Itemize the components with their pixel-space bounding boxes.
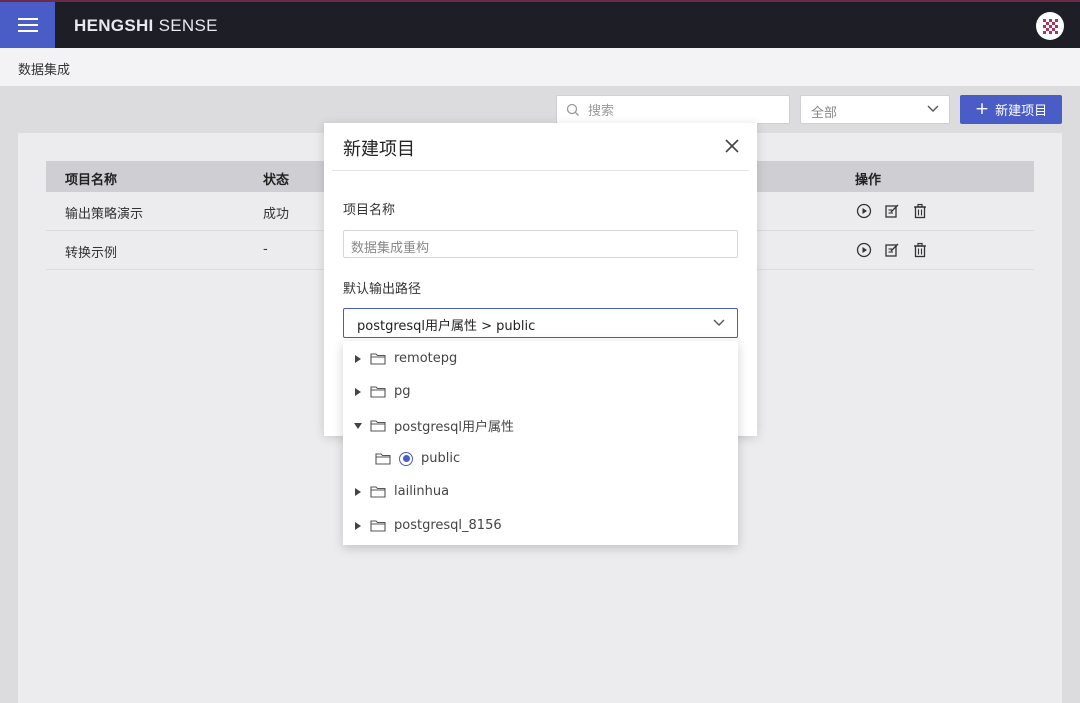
plus-icon: + <box>974 99 990 119</box>
folder-icon <box>370 485 386 498</box>
hamburger-icon <box>17 24 38 26</box>
search-input[interactable]: 搜索 <box>556 95 790 124</box>
output-path-tree: remotepg pg postgresql用户属性 public lailin… <box>343 341 738 545</box>
top-bar: HENGSHI SENSE <box>0 0 1080 48</box>
column-header-status: 状态 <box>263 173 290 188</box>
tree-node-label: postgresql_8156 <box>394 518 502 533</box>
hamburger-menu-button[interactable] <box>0 2 55 48</box>
caret-down-icon[interactable] <box>351 422 365 429</box>
filter-value: 全部 <box>811 106 838 121</box>
dialog-divider <box>332 170 749 171</box>
search-placeholder: 搜索 <box>588 104 615 119</box>
folder-icon <box>375 452 391 465</box>
chevron-down-icon <box>713 319 725 326</box>
row-actions <box>856 242 928 258</box>
project-name[interactable]: 输出策略演示 <box>65 203 143 222</box>
app-logo: HENGSHI SENSE <box>74 16 218 36</box>
folder-icon <box>370 519 386 532</box>
tree-node-label: public <box>421 451 461 466</box>
status-filter-select[interactable]: 全部 <box>800 95 950 124</box>
caret-right-icon[interactable] <box>351 387 365 396</box>
caret-right-icon[interactable] <box>351 487 365 496</box>
breadcrumb[interactable]: 数据集成 <box>0 48 1080 86</box>
delete-icon[interactable] <box>912 242 928 258</box>
edit-icon[interactable] <box>884 242 900 258</box>
project-status: 成功 <box>263 207 290 222</box>
project-name-input[interactable]: 数据集成重构 <box>343 230 738 258</box>
brand-bold: HENGSHI <box>74 16 154 35</box>
caret-right-icon[interactable] <box>351 354 365 363</box>
brand-light: SENSE <box>158 16 218 35</box>
tree-node-lailinhua[interactable]: lailinhua <box>343 475 738 508</box>
column-header-actions: 操作 <box>855 173 882 188</box>
project-name-label: 项目名称 <box>343 203 396 218</box>
selected-radio[interactable] <box>399 451 413 466</box>
tree-node-label: postgresql用户属性 <box>394 420 515 435</box>
folder-icon <box>370 385 386 398</box>
play-icon[interactable] <box>856 242 872 258</box>
tree-node-postgresql-user-attr[interactable]: postgresql用户属性 <box>343 409 738 442</box>
user-avatar-icon[interactable] <box>1036 12 1064 40</box>
tree-node-label: pg <box>394 384 411 399</box>
tree-node-postgresql-8156[interactable]: postgresql_8156 <box>343 509 738 542</box>
close-icon[interactable] <box>724 138 740 154</box>
row-actions <box>856 203 928 219</box>
edit-icon[interactable] <box>884 203 900 219</box>
search-icon <box>566 103 579 116</box>
new-project-label: 新建项目 <box>995 104 1048 119</box>
folder-icon <box>370 419 386 432</box>
tree-node-pg[interactable]: pg <box>343 375 738 408</box>
new-project-button[interactable]: + 新建项目 <box>960 95 1062 124</box>
play-icon[interactable] <box>856 203 872 219</box>
project-name[interactable]: 转换示例 <box>65 242 117 261</box>
dialog-title: 新建项目 <box>343 139 415 160</box>
output-path-select[interactable]: postgresql用户属性 > public <box>343 308 738 338</box>
project-status: - <box>263 242 268 257</box>
chevron-down-icon <box>927 105 939 112</box>
output-path-label: 默认输出路径 <box>343 282 422 297</box>
folder-icon <box>370 352 386 365</box>
tree-node-label: remotepg <box>394 351 458 366</box>
output-path-value: postgresql用户属性 > public <box>357 319 536 334</box>
caret-right-icon[interactable] <box>351 521 365 530</box>
tree-node-public[interactable]: public <box>343 442 738 475</box>
tree-node-label: lailinhua <box>394 484 450 499</box>
column-header-name: 项目名称 <box>65 173 118 188</box>
tree-node-remotepg[interactable]: remotepg <box>343 342 738 375</box>
delete-icon[interactable] <box>912 203 928 219</box>
